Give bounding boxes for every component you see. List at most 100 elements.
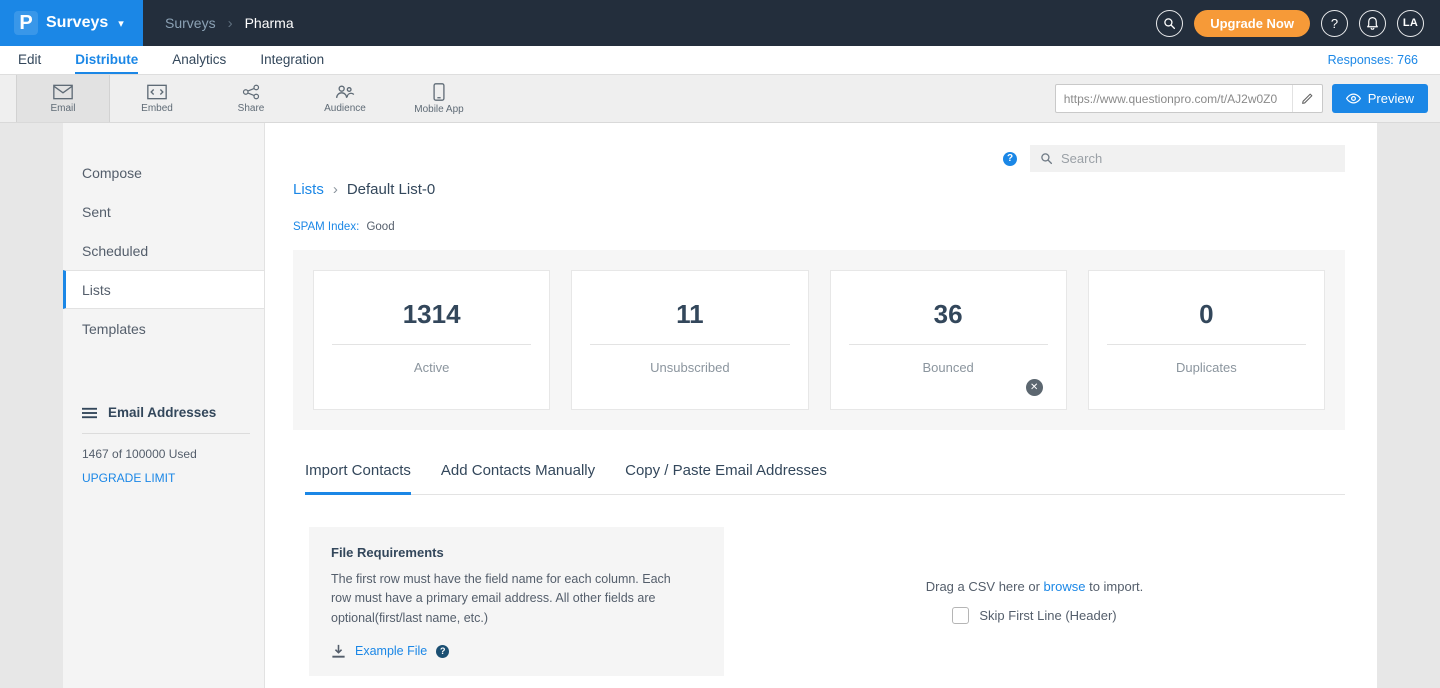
chevron-right-icon: › [228,15,233,32]
tab-integration[interactable]: Integration [260,46,324,74]
sidebar-item-compose[interactable]: Compose [63,153,264,192]
contact-import-tabs: Import Contacts Add Contacts Manually Co… [305,462,1345,495]
contact-search-input[interactable] [1061,151,1335,166]
email-icon [53,84,73,100]
unsubscribed-count: 11 [676,299,704,330]
spam-index-value: Good [366,221,394,233]
toolbar-item-embed[interactable]: Embed [110,75,204,122]
user-avatar[interactable]: LA [1397,10,1424,37]
divider [590,344,789,345]
breadcrumb-survey-title: Pharma [245,15,294,31]
tab-analytics[interactable]: Analytics [172,46,226,74]
active-count: 1314 [403,299,461,330]
sidebar-item-scheduled[interactable]: Scheduled [63,231,264,270]
toolbar-item-share[interactable]: Share [204,75,298,122]
stat-card-duplicates: 0 Duplicates [1088,270,1325,410]
sidebar-item-lists[interactable]: Lists [63,270,264,309]
edit-url-button[interactable] [1292,85,1322,112]
upgrade-limit-link[interactable]: UPGRADE LIMIT [82,471,175,485]
unsubscribed-label: Unsubscribed [650,360,730,375]
email-addresses-title: Email Addresses [108,405,216,420]
tab-import-contacts[interactable]: Import Contacts [305,462,411,495]
toolbar-item-email[interactable]: Email [16,75,110,122]
survey-url-box [1055,84,1323,113]
pencil-icon [1301,92,1314,105]
example-file-help-button[interactable]: ? [436,645,449,658]
caret-down-icon: ▾ [118,17,124,30]
bell-icon [1366,16,1379,30]
csv-drop-zone[interactable]: Drag a CSV here or browse to import. Ski… [724,527,1345,676]
avatar-initials: LA [1403,17,1418,29]
browse-link[interactable]: browse [1044,579,1086,594]
sidebar-item-templates[interactable]: Templates [63,309,264,348]
toolbar-item-label: Mobile App [414,104,463,115]
question-mark-icon: ? [440,646,446,656]
skip-first-line-label: Skip First Line (Header) [979,608,1116,623]
topbar-breadcrumb: Surveys › Pharma [165,15,294,32]
duplicates-count: 0 [1199,299,1213,330]
topbar-actions: Upgrade Now ? LA [1156,10,1440,37]
responses-count[interactable]: Responses: 766 [1328,46,1440,74]
notifications-button[interactable] [1359,10,1386,37]
distribute-toolbar: Email Embed Share Audience Mobile App Pr… [0,75,1440,123]
spam-index-label: SPAM Index: [293,221,359,233]
question-mark-icon: ? [1331,16,1338,31]
spam-index-row: SPAM Index: Good [293,221,1345,233]
toolbar-right: Preview [1055,75,1440,122]
bounced-count: 36 [934,299,963,330]
remove-bounced-button[interactable]: ✕ [1026,379,1043,396]
drop-zone-text: Drag a CSV here or browse to import. [926,579,1144,594]
share-icon [242,84,260,100]
usage-text: 1467 of 100000 Used [82,447,250,461]
chevron-right-icon: › [333,181,338,198]
drop-text-prefix: Drag a CSV here or [926,579,1040,594]
toolbar-item-label: Share [238,103,265,114]
toolbar-item-label: Audience [324,103,366,114]
question-mark-icon: ? [1007,153,1013,164]
tab-edit[interactable]: Edit [18,46,41,74]
preview-label: Preview [1368,91,1414,106]
toolbar-item-audience[interactable]: Audience [298,75,392,122]
survey-url-input[interactable] [1056,92,1292,106]
mobile-app-icon [433,83,445,101]
search-help-button[interactable]: ? [1003,152,1017,166]
current-list-name: Default List-0 [347,181,435,198]
product-switcher[interactable]: P Surveys ▾ [0,0,143,46]
divider [849,344,1048,345]
lists-link[interactable]: Lists [293,181,324,198]
stat-card-bounced: 36 Bounced ✕ [830,270,1067,410]
preview-button[interactable]: Preview [1332,84,1428,113]
example-file-link[interactable]: Example File [355,644,427,658]
toolbar-item-mobile-app[interactable]: Mobile App [392,75,486,122]
upgrade-now-button[interactable]: Upgrade Now [1194,10,1310,37]
search-button[interactable] [1156,10,1183,37]
lists-breadcrumb: Lists › Default List-0 [293,181,1345,198]
skip-first-line-checkbox[interactable] [952,607,969,624]
embed-icon [147,84,167,100]
help-button[interactable]: ? [1321,10,1348,37]
list-stats: 1314 Active 11 Unsubscribed 36 Bounced ✕ [293,250,1345,430]
sidebar-item-sent[interactable]: Sent [63,192,264,231]
tab-add-contacts-manually[interactable]: Add Contacts Manually [441,462,595,495]
breadcrumb-surveys-link[interactable]: Surveys [165,15,216,31]
import-contacts-area: File Requirements The first row must hav… [309,527,1345,676]
survey-nav: Edit Distribute Analytics Integration Re… [0,46,1440,75]
tab-distribute[interactable]: Distribute [75,46,138,74]
search-row: ? [293,123,1345,172]
divider [1107,344,1306,345]
bounced-label: Bounced [922,360,973,375]
questionpro-logo-icon: P [14,11,38,35]
contact-search-box [1030,145,1345,172]
email-distribution-panel: Compose Sent Scheduled Lists Templates E… [63,123,1377,688]
product-name: Surveys [46,14,108,32]
skip-first-line-row: Skip First Line (Header) [952,607,1116,624]
active-label: Active [414,360,449,375]
search-icon [1040,152,1053,165]
email-sidebar: Compose Sent Scheduled Lists Templates E… [63,123,265,688]
tab-copy-paste-email-addresses[interactable]: Copy / Paste Email Addresses [625,462,827,495]
drop-text-suffix: to import. [1089,579,1143,594]
toolbar-item-label: Email [50,103,75,114]
file-requirements-body: The first row must have the field name f… [331,570,691,628]
email-addresses-section: Email Addresses 1467 of 100000 Used UPGR… [63,405,264,487]
eye-icon [1346,93,1361,104]
